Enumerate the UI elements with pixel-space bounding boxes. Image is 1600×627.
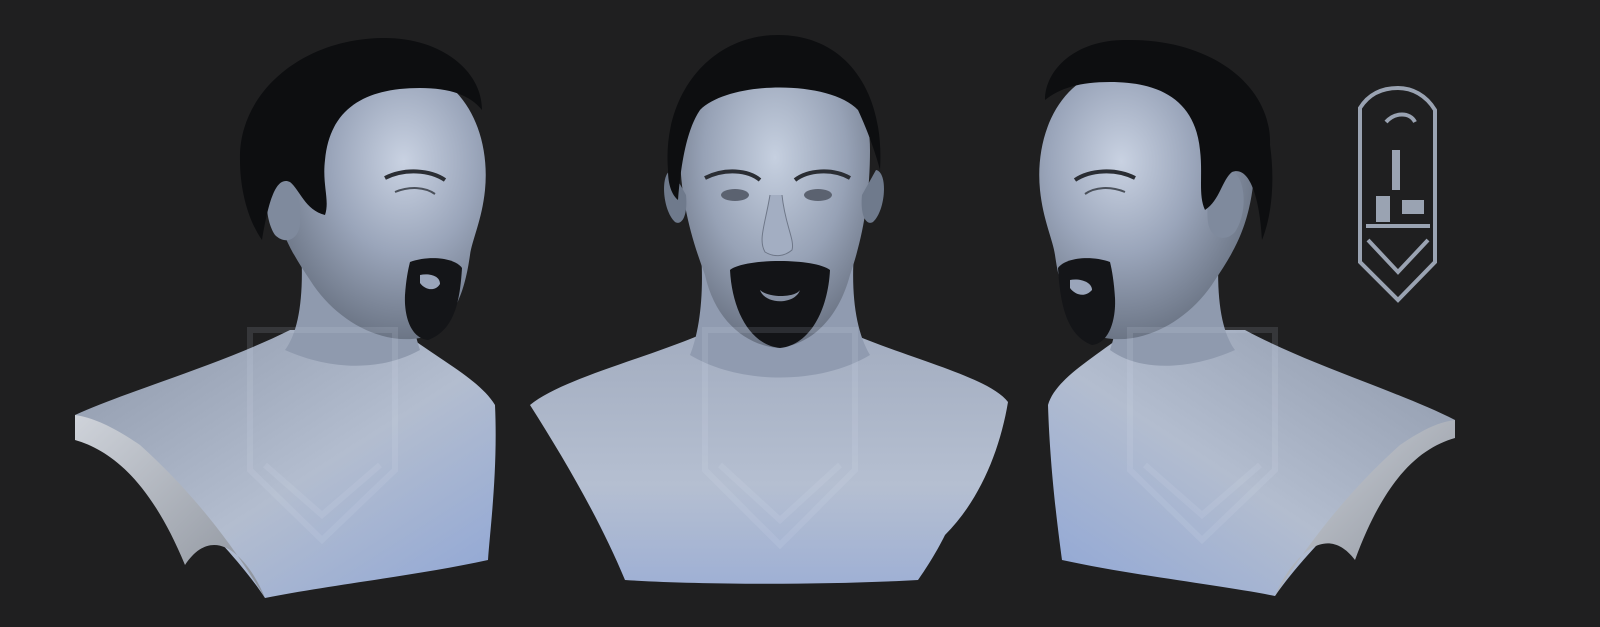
- render-stage: [0, 0, 1600, 627]
- bust-three-quarter-left: [75, 38, 496, 598]
- beard-right: [1058, 258, 1116, 345]
- shield-emblem-icon: [1358, 85, 1437, 303]
- bust-three-quarter-right: [1039, 39, 1455, 596]
- beard-left: [404, 258, 462, 340]
- bust-front: [530, 35, 1008, 584]
- render-canvas: [75, 35, 1455, 598]
